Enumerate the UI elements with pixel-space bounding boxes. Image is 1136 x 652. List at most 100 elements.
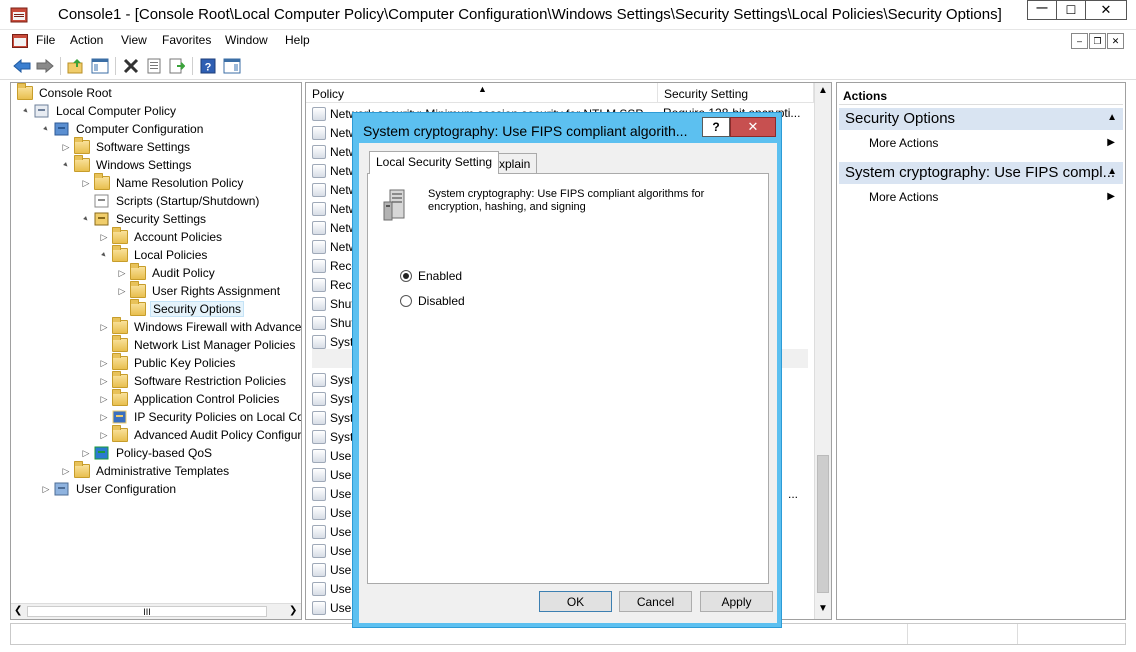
tree-scroll-thumb[interactable]: III [27,606,267,617]
maximize-button[interactable]: ☐ [1056,0,1086,20]
collapse-icon[interactable]: ▲ [1107,112,1117,123]
collapsed-arrow-icon[interactable]: ▷ [99,430,109,440]
tree-item[interactable]: ▷ Application Control Policies [99,389,281,408]
tree-item[interactable]: Scripts (Startup/Shutdown) [81,192,261,210]
enabled-radio[interactable]: Enabled [400,269,462,283]
back-button[interactable] [12,56,32,76]
mmc-app-icon[interactable] [10,6,28,24]
dialog-close-button[interactable]: ✕ [730,117,776,137]
child-restore-button[interactable]: ❐ [1089,33,1106,49]
tree-item[interactable]: ▷ User Configuration [41,480,178,498]
minimize-button[interactable]: — [1027,0,1057,20]
collapsed-arrow-icon[interactable]: ▷ [99,376,109,386]
tree-item[interactable]: ▷ Advanced Audit Policy Configur [99,425,301,444]
actions-group-selected-policy[interactable]: System cryptography: Use FIPS compl... ▲ [839,162,1123,184]
scroll-right-icon[interactable]: ❯ [289,605,297,616]
export-list-button[interactable] [167,56,187,76]
delete-button[interactable] [121,56,141,76]
help-button[interactable]: ? [198,56,218,76]
list-item[interactable]: User [312,446,355,465]
list-item[interactable]: Netw [312,237,357,256]
tree-item[interactable]: ▷ Software Restriction Policies [99,371,288,390]
dialog-help-button[interactable]: ? [702,117,730,137]
scroll-left-icon[interactable]: ❮ [14,605,22,616]
forward-button[interactable] [35,56,55,76]
close-button[interactable]: ✕ [1085,0,1127,20]
tab-local-security-setting[interactable]: Local Security Setting [369,151,500,174]
collapsed-arrow-icon[interactable]: ▷ [99,412,109,422]
expanded-arrow-icon[interactable]: ▲ [59,158,73,172]
tree-horizontal-scrollbar[interactable]: ❮ III ❯ [11,603,301,619]
list-item[interactable]: User [312,522,355,541]
menu-view[interactable]: View [121,33,147,47]
collapsed-arrow-icon[interactable]: ▷ [61,142,71,152]
tree-item[interactable]: Security Options [117,299,245,318]
list-scroll-thumb[interactable] [817,455,829,593]
list-item[interactable]: User [312,560,355,579]
collapsed-arrow-icon[interactable]: ▷ [99,232,109,242]
child-close-button[interactable]: ✕ [1107,33,1124,49]
expanded-arrow-icon[interactable]: ▲ [97,248,111,262]
list-item[interactable]: Shut [312,294,355,313]
collapse-icon[interactable]: ▲ [1107,166,1117,177]
collapsed-arrow-icon[interactable]: ▷ [41,484,51,494]
tree-item[interactable]: Network List Manager Policies [99,335,297,354]
collapsed-arrow-icon[interactable]: ▷ [81,448,91,458]
tree-item[interactable]: ▷ Policy-based QoS [81,444,214,462]
expanded-arrow-icon[interactable]: ▲ [39,122,53,136]
child-minimize-button[interactable]: – [1071,33,1088,49]
list-item[interactable]: User [312,541,355,560]
list-item[interactable]: Netw [312,142,357,161]
collapsed-arrow-icon[interactable]: ▷ [117,268,127,278]
collapsed-arrow-icon[interactable]: ▷ [81,178,91,188]
column-header-policy[interactable]: Policy ▲ [306,83,658,103]
apply-button[interactable]: Apply [700,591,773,612]
show-hide-action-pane-button[interactable] [222,56,242,76]
tree-item[interactable]: ▷ Windows Firewall with Advanced [99,317,301,336]
collapsed-arrow-icon[interactable]: ▷ [117,286,127,296]
tree-item[interactable]: ▲ Local Computer Policy [21,102,178,120]
console-menu-icon[interactable] [12,34,28,48]
show-hide-tree-button[interactable] [90,56,110,76]
list-item[interactable]: User [312,579,355,598]
cancel-button[interactable]: Cancel [619,591,692,612]
ok-button[interactable]: OK [539,591,612,612]
tree-item[interactable]: ▲ Security Settings [81,210,208,228]
tree-item[interactable]: ▷ Software Settings [61,137,192,156]
scroll-down-icon[interactable]: ▼ [818,603,828,614]
list-item[interactable]: Netw [312,161,357,180]
menu-file[interactable]: File [36,33,55,47]
scroll-up-icon[interactable]: ▲ [818,85,828,96]
list-item[interactable]: Netw [312,123,357,142]
collapsed-arrow-icon[interactable]: ▷ [99,358,109,368]
collapsed-arrow-icon[interactable]: ▷ [99,322,109,332]
list-vertical-scrollbar[interactable]: ▲ ▼ [814,83,831,619]
up-one-level-button[interactable] [66,56,86,76]
properties-button[interactable] [144,56,164,76]
radio-button-unchecked[interactable] [400,295,412,307]
tree-item[interactable]: ▷ User Rights Assignment [117,281,282,300]
list-item[interactable]: Netw [312,218,357,237]
tree-item[interactable]: ▷ IP Security Policies on Local Cor [99,408,301,426]
tree-item[interactable]: ▲ Windows Settings [59,155,193,174]
column-header-security-setting[interactable]: Security Setting [658,83,814,103]
list-item[interactable]: User [312,598,355,617]
list-item[interactable]: Shut [312,313,355,332]
tree-item[interactable]: ▲ Computer Configuration [41,120,205,138]
tree-item[interactable]: ▷ Audit Policy [117,263,217,282]
list-item[interactable]: User [312,484,355,503]
list-item[interactable]: User [312,503,355,522]
tree-item[interactable]: ▷ Administrative Templates [61,461,231,480]
menu-action[interactable]: Action [70,33,103,47]
list-item[interactable]: Netw [312,180,357,199]
expanded-arrow-icon[interactable]: ▲ [19,104,33,118]
more-actions-link[interactable]: More Actions [869,136,938,150]
tree-item[interactable]: ▷ Account Policies [99,227,224,246]
tree-item[interactable]: ▷ Name Resolution Policy [81,173,245,192]
menu-window[interactable]: Window [225,33,268,47]
actions-group-security-options[interactable]: Security Options ▲ [839,108,1123,130]
list-item[interactable]: User [312,465,355,484]
tree-item[interactable]: ▲ Local Policies [97,245,209,264]
menu-favorites[interactable]: Favorites [162,33,211,47]
menu-help[interactable]: Help [285,33,310,47]
